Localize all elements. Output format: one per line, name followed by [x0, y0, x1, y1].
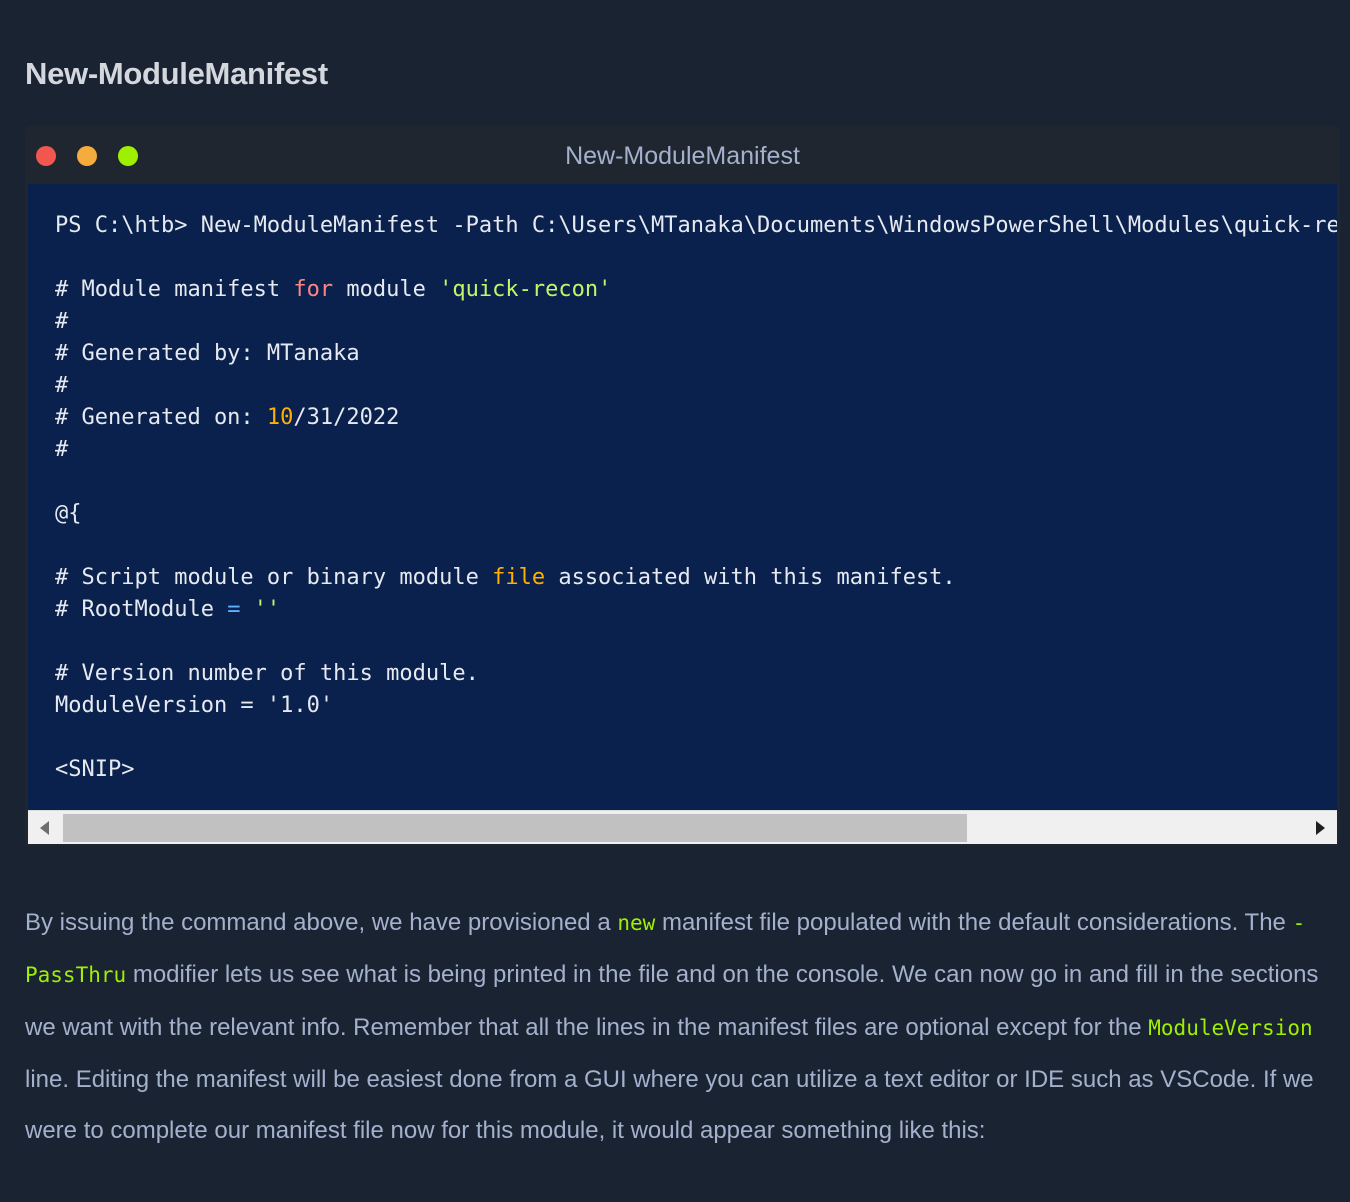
scrollbar-thumb[interactable] [63, 814, 967, 842]
scroll-right-arrow-icon[interactable] [1316, 821, 1325, 835]
code-line-hashtable-open: @{ [55, 501, 82, 526]
code-block[interactable]: PS C:\htb> New-ModuleManifest -Path C:\U… [28, 184, 1337, 810]
code-line: # [55, 373, 69, 398]
scroll-left-arrow-icon[interactable] [40, 821, 49, 835]
code-string: 'quick-recon' [439, 277, 612, 302]
code-line-rootmodule: # RootModule = '' [55, 594, 1337, 626]
terminal-titlebar: New-ModuleManifest [25, 126, 1340, 184]
horizontal-scrollbar[interactable] [28, 810, 1337, 844]
code-line-generated-by: # Generated by: MTanaka [55, 341, 360, 366]
code-line: # [55, 437, 69, 462]
paragraph-text: By issuing the command above, we have pr… [25, 909, 618, 936]
code-string: '' [253, 597, 281, 622]
code-text: PS C:\htb> New-ModuleManifest -Path C:\U… [55, 210, 1337, 786]
code-token: # Module manifest [55, 277, 294, 302]
code-line-manifest-comment: # Module manifest for module 'quick-reco… [55, 274, 1337, 306]
code-keyword: for [293, 277, 334, 302]
code-line: # [55, 309, 69, 334]
terminal-title: New-ModuleManifest [565, 142, 800, 170]
code-line-version-comment: # Version number of this module. [55, 661, 479, 686]
explanation-paragraph: By issuing the command above, we have pr… [25, 897, 1335, 1156]
inline-code-moduleversion: ModuleVersion [1148, 1015, 1313, 1040]
code-line-command: PS C:\htb> New-ModuleManifest -Path C:\U… [55, 213, 1337, 238]
code-number: 10 [266, 405, 294, 430]
code-line-script-module-comment: # Script module or binary module file as… [55, 562, 1337, 594]
inline-code-new: new [617, 911, 656, 935]
code-line-generated-on: # Generated on: 10/31/2022 [55, 402, 1337, 434]
code-operator: = [227, 597, 241, 622]
code-builtin: file [492, 565, 546, 590]
code-token: /31/2022 [293, 405, 400, 430]
code-token: associated with this manifest. [545, 565, 956, 590]
code-token: # RootModule [55, 597, 228, 622]
paragraph-text: manifest file populated with the default… [655, 909, 1293, 936]
code-line-module-version: ModuleVersion = '1.0' [55, 693, 334, 718]
paragraph-text: line. Editing the manifest will be easie… [25, 1065, 1314, 1145]
terminal-window: New-ModuleManifest PS C:\htb> New-Module… [25, 126, 1340, 846]
code-token: module [333, 277, 440, 302]
section-heading: New-ModuleManifest [25, 56, 328, 91]
code-line-snip: <SNIP> [55, 757, 135, 782]
code-token: # Script module or binary module [55, 565, 493, 590]
code-token: # Generated on: [55, 405, 267, 430]
paragraph-text: modifier lets us see what is being print… [25, 961, 1319, 1041]
